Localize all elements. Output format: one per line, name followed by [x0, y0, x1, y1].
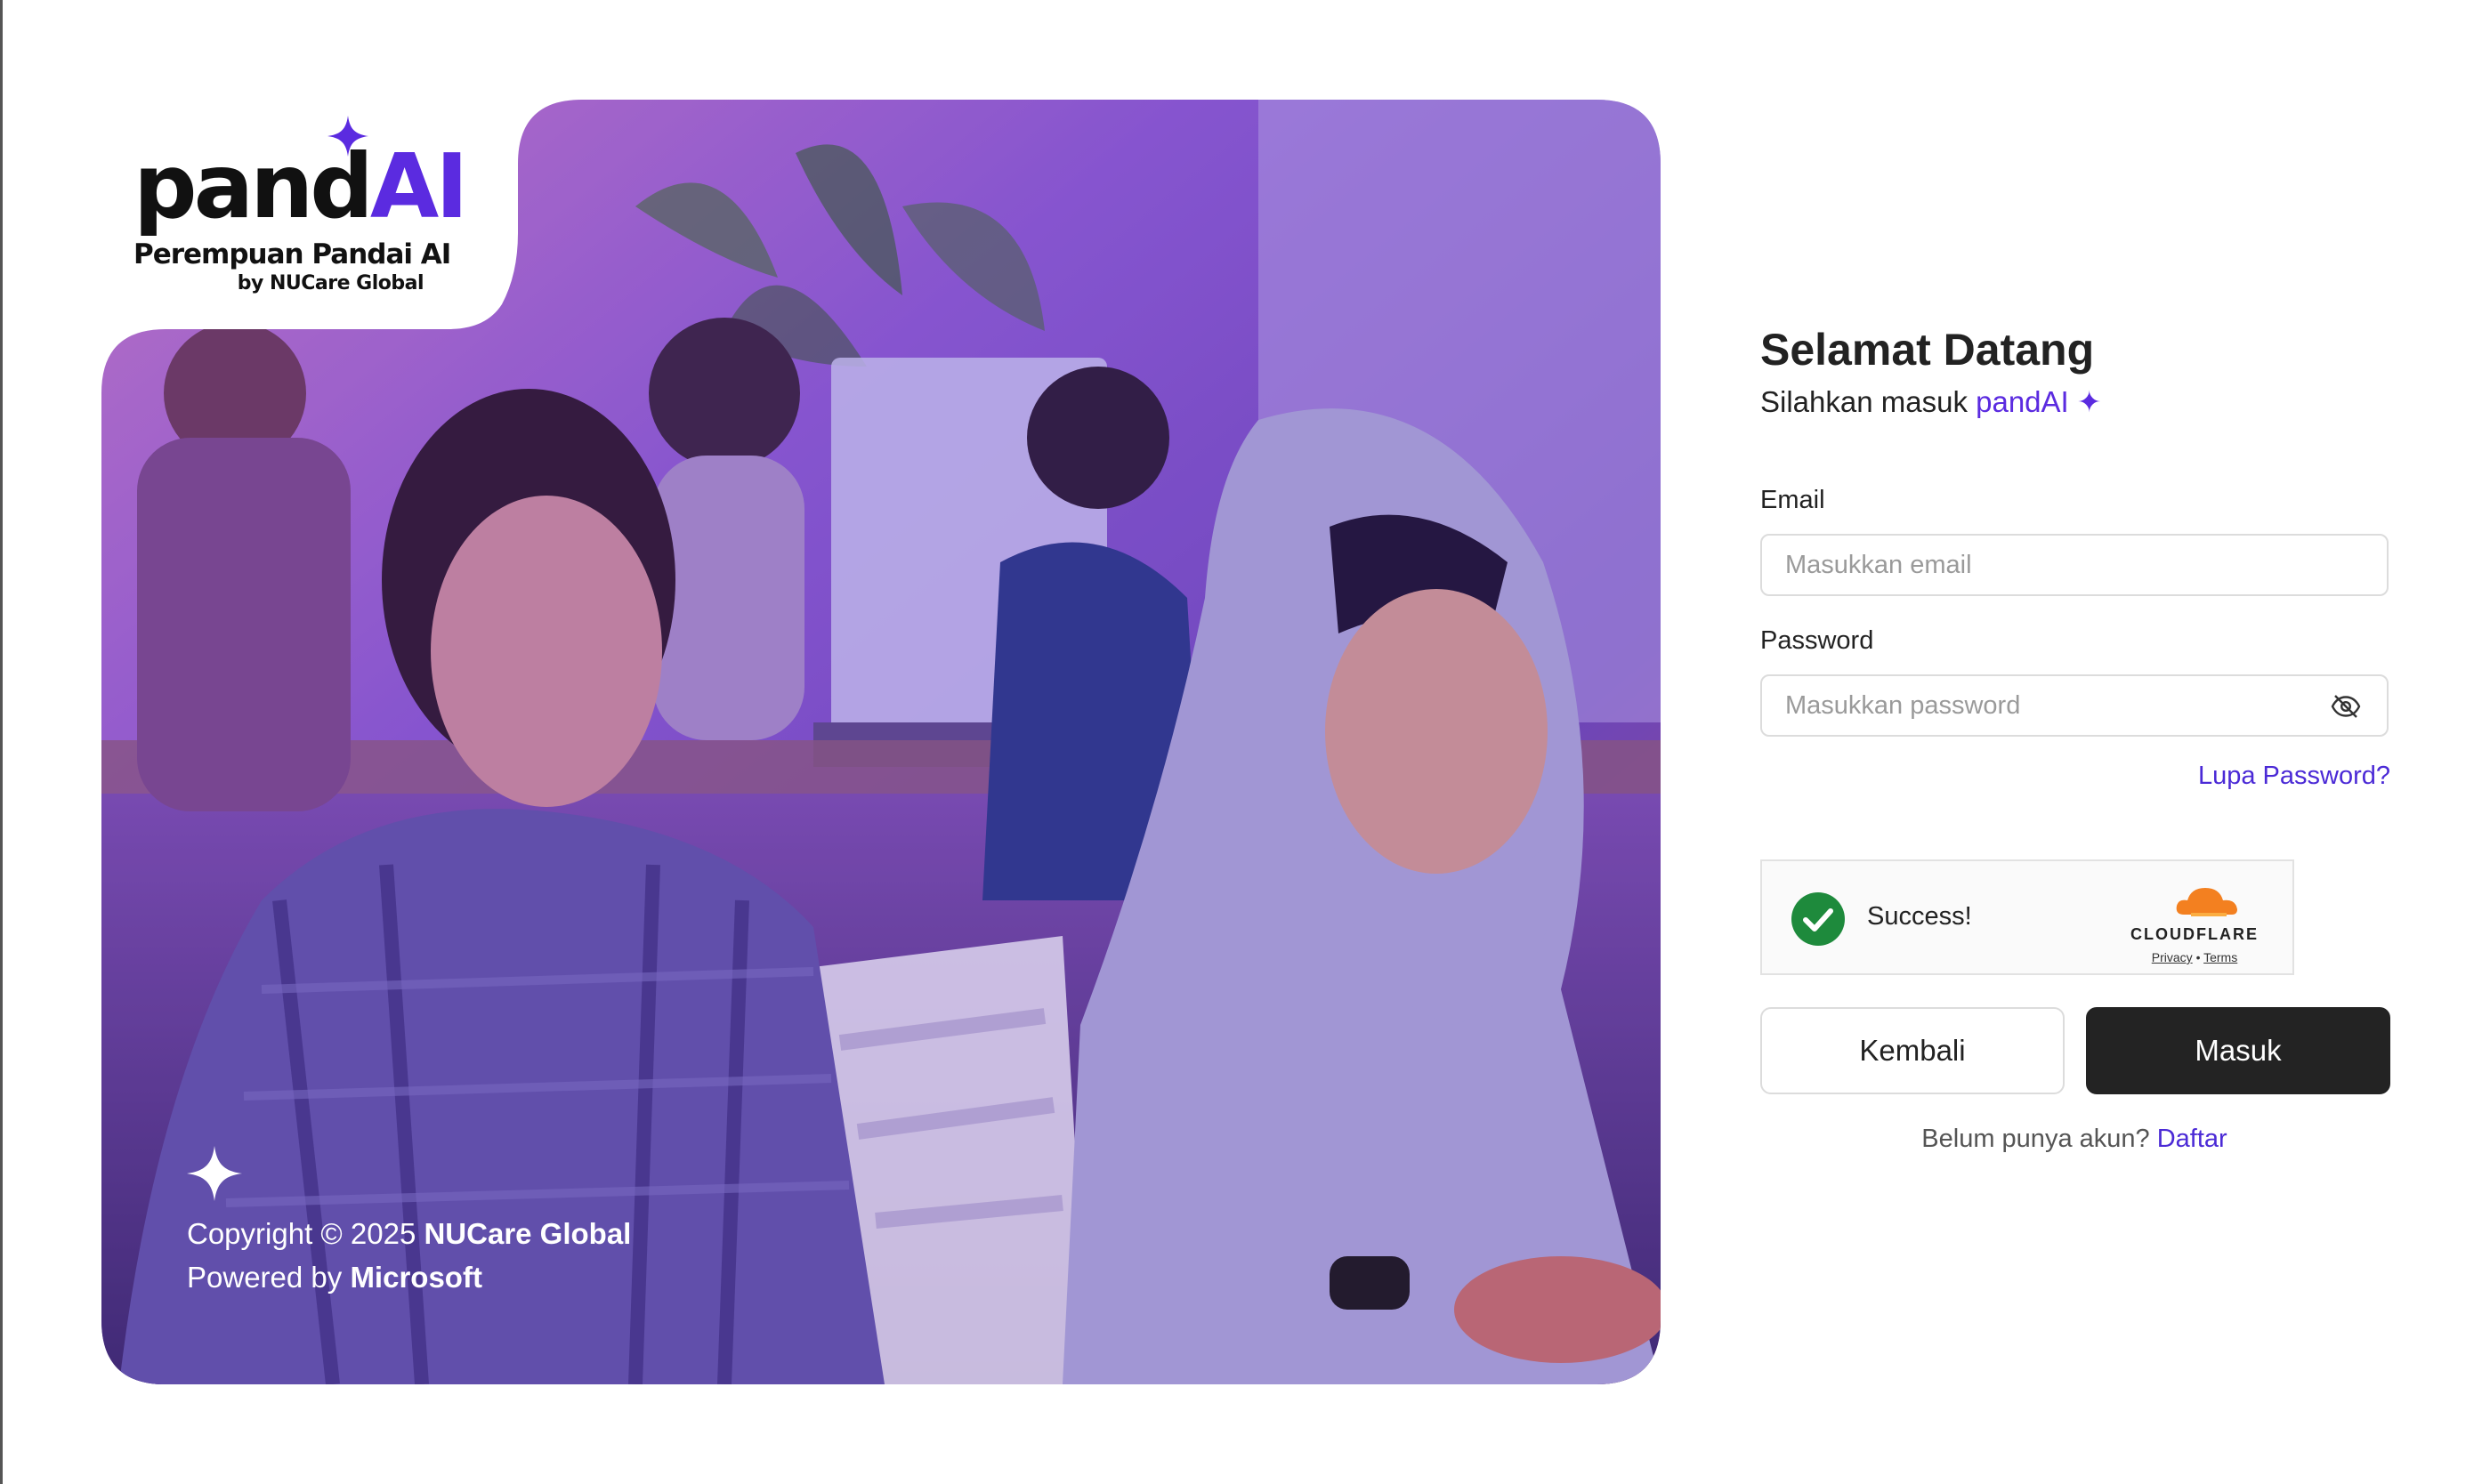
sparkle-icon [187, 1146, 242, 1201]
password-label: Password [1760, 626, 1874, 655]
email-field[interactable]: Masukkan email [1760, 534, 2389, 596]
login-form: Selamat Datang Silahkan masuk pandAI ✦ E… [1760, 320, 2390, 1153]
back-button[interactable]: Kembali [1760, 1007, 2065, 1094]
cloudflare-captcha[interactable]: Success! CLOUDFLARE Privacy • Terms [1760, 859, 2294, 975]
captcha-terms-link[interactable]: Terms [2203, 950, 2237, 964]
cloudflare-branding: CLOUDFLARE Privacy • Terms [2123, 881, 2266, 964]
password-placeholder: Masukkan password [1785, 691, 2021, 720]
captcha-privacy-link[interactable]: Privacy [2152, 950, 2193, 964]
brand-name: pandAI ✦ [1976, 385, 2102, 418]
eye-off-icon[interactable] [2330, 690, 2362, 722]
hero-image-card: pandAI Perempuan Pandai AI by NUCare Glo… [101, 100, 1661, 1384]
page-title: Selamat Datang [1760, 325, 2095, 375]
success-check-icon [1791, 892, 1845, 946]
page-subtitle: Silahkan masuk pandAI ✦ [1760, 385, 2102, 418]
copyright-line: Copyright © 2025 NUCare Global [187, 1217, 632, 1250]
email-label: Email [1760, 486, 1825, 514]
login-button[interactable]: Masuk [2086, 1007, 2390, 1094]
signup-prompt: Belum punya akun? Daftar [1921, 1125, 2227, 1153]
pandai-logo[interactable]: pandAI Perempuan Pandai AI by NUCare Glo… [133, 116, 489, 311]
powered-by-line: Powered by Microsoft [187, 1261, 482, 1294]
logo-tagline: Perempuan Pandai AI [133, 238, 451, 270]
logo-byline: by NUCare Global [237, 272, 424, 294]
captcha-separator: • [2195, 950, 2201, 964]
captcha-status: Success! [1867, 902, 1972, 931]
cloudflare-cloud-icon [2176, 888, 2237, 916]
login-page: pandAI Perempuan Pandai AI by NUCare Glo… [0, 0, 2490, 1484]
cloudflare-wordmark: CLOUDFLARE [2130, 925, 2259, 943]
email-placeholder: Masukkan email [1785, 551, 1972, 579]
hero-credits: Copyright © 2025 NUCare Global Powered b… [187, 1212, 631, 1299]
password-field[interactable]: Masukkan password [1760, 674, 2389, 737]
logo-wordmark: pandAI [133, 134, 468, 238]
forgot-password-link[interactable]: Lupa Password? [2198, 762, 2390, 791]
signup-link[interactable]: Daftar [2157, 1125, 2227, 1153]
window-edge [0, 0, 3, 1484]
captcha-links: Privacy • Terms [2123, 950, 2266, 964]
